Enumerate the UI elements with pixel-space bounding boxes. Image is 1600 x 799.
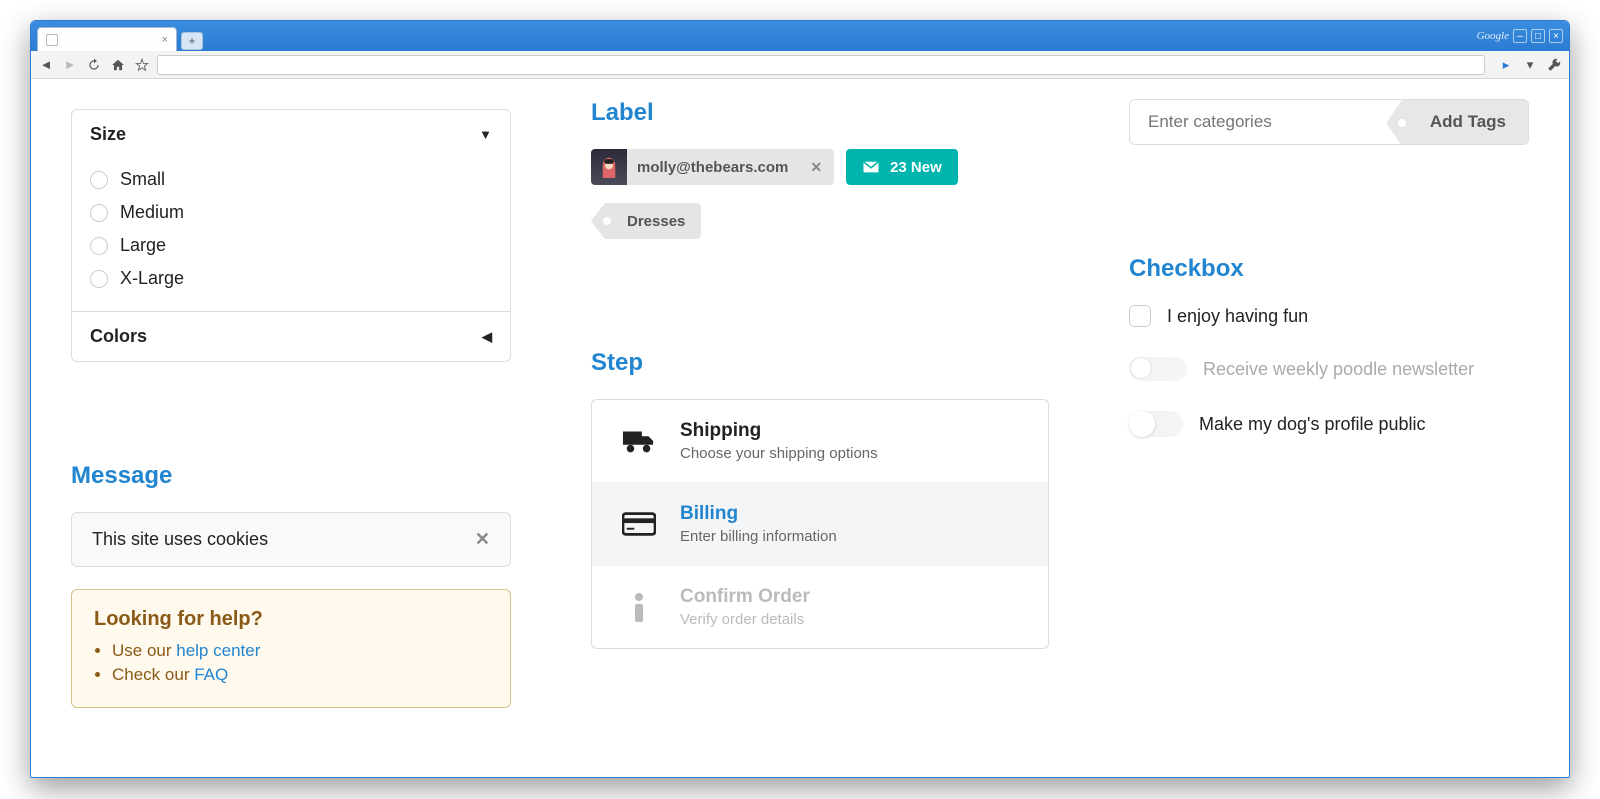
radio-icon	[90, 270, 108, 288]
radio-icon	[90, 204, 108, 222]
reload-button[interactable]	[85, 56, 103, 74]
step-title: Confirm Order	[680, 586, 810, 608]
wrench-icon[interactable]	[1545, 56, 1563, 74]
accordion-colors-title: Colors	[90, 326, 147, 347]
close-icon[interactable]: ✕	[475, 529, 490, 550]
help-message: Looking for help? Use our help center Ch…	[71, 589, 511, 708]
caret-left-icon: ◀	[482, 329, 492, 345]
message-heading: Message	[71, 462, 511, 490]
forward-button[interactable]: ►	[61, 56, 79, 74]
step-title: Billing	[680, 503, 837, 525]
accordion-size-content: Small Medium Large X-Large	[72, 159, 510, 311]
page-content: Size ▼ Small Medium	[31, 79, 1569, 777]
radio-icon	[90, 171, 108, 189]
tag-hole-icon	[1398, 119, 1406, 127]
step-shipping[interactable]: Shipping Choose your shipping options	[592, 400, 1048, 483]
browser-toolbar: ◄ ► ▸ ▾	[31, 51, 1569, 79]
accordion-size-header[interactable]: Size ▼	[72, 110, 510, 159]
tag-hole-icon	[603, 217, 611, 225]
browser-window: × + Google – □ × ◄ ► ▸ ▾	[30, 20, 1570, 778]
option-label: Medium	[120, 202, 184, 223]
user-email: molly@thebears.com	[627, 159, 798, 176]
tag-input: Add Tags	[1129, 99, 1529, 145]
address-bar[interactable]	[157, 55, 1485, 75]
radio-icon	[90, 237, 108, 255]
checkbox-icon	[1129, 305, 1151, 327]
checkbox-enjoy-fun[interactable]: I enjoy having fun	[1129, 305, 1529, 327]
size-option-large[interactable]: Large	[90, 229, 492, 262]
step-title: Shipping	[680, 420, 878, 442]
option-label: Large	[120, 235, 166, 256]
slider-toggle	[1129, 357, 1187, 381]
minimize-button[interactable]: –	[1513, 29, 1527, 43]
add-tags-button[interactable]: Add Tags	[1402, 100, 1528, 144]
page-action-icon[interactable]: ▾	[1521, 56, 1539, 74]
maximize-button[interactable]: □	[1531, 29, 1545, 43]
categories-input[interactable]	[1130, 100, 1402, 144]
step-heading: Step	[591, 349, 1049, 377]
accordion-colors-header[interactable]: Colors ◀	[72, 311, 510, 361]
google-logo: Google	[1477, 30, 1509, 42]
help-center-link[interactable]: help center	[176, 641, 260, 660]
steps: Shipping Choose your shipping options Bi…	[591, 399, 1049, 649]
close-window-button[interactable]: ×	[1549, 29, 1563, 43]
add-tags-label: Add Tags	[1430, 112, 1506, 132]
slider-label: Receive weekly poodle newsletter	[1203, 359, 1474, 380]
size-option-medium[interactable]: Medium	[90, 196, 492, 229]
toggle-label: Make my dog's profile public	[1199, 414, 1426, 435]
step-desc: Enter billing information	[680, 528, 837, 545]
accordion-size-title: Size	[90, 124, 126, 145]
cookie-text: This site uses cookies	[92, 529, 268, 550]
faq-link[interactable]: FAQ	[194, 665, 228, 684]
truck-icon	[618, 426, 660, 456]
option-label: Small	[120, 169, 165, 190]
bookmark-icon[interactable]	[133, 56, 151, 74]
step-desc: Verify order details	[680, 611, 810, 628]
help-line-2: Check our FAQ	[112, 665, 488, 685]
help-heading: Looking for help?	[94, 608, 488, 631]
size-option-xlarge[interactable]: X-Large	[90, 262, 492, 295]
browser-tab[interactable]: ×	[37, 27, 177, 51]
accordion: Size ▼ Small Medium	[71, 109, 511, 362]
step-billing[interactable]: Billing Enter billing information	[592, 483, 1048, 566]
new-mail-label[interactable]: 23 New	[846, 149, 958, 185]
play-icon[interactable]: ▸	[1497, 56, 1515, 74]
caret-down-icon: ▼	[479, 127, 492, 142]
browser-titlebar: × + Google – □ ×	[31, 21, 1569, 51]
option-label: X-Large	[120, 268, 184, 289]
help-line-1: Use our help center	[112, 641, 488, 661]
size-option-small[interactable]: Small	[90, 163, 492, 196]
info-icon	[618, 592, 660, 622]
checkbox-label: I enjoy having fun	[1167, 306, 1308, 327]
toggle-profile-public[interactable]: Make my dog's profile public	[1129, 411, 1529, 437]
label-heading: Label	[591, 99, 1049, 127]
tag-dresses[interactable]: Dresses	[605, 203, 701, 239]
new-count: 23 New	[890, 159, 942, 176]
checkbox-heading: Checkbox	[1129, 255, 1529, 283]
credit-card-icon	[618, 509, 660, 539]
home-button[interactable]	[109, 56, 127, 74]
step-confirm: Confirm Order Verify order details	[592, 566, 1048, 648]
slider-newsletter: Receive weekly poodle newsletter	[1129, 357, 1529, 381]
cookie-message: This site uses cookies ✕	[71, 512, 511, 567]
step-desc: Choose your shipping options	[680, 445, 878, 462]
delete-icon[interactable]: ✕	[798, 159, 834, 176]
mail-icon	[862, 160, 880, 174]
user-label: molly@thebears.com ✕	[591, 149, 834, 185]
tag-text: Dresses	[627, 213, 685, 230]
new-tab-button[interactable]: +	[181, 32, 203, 50]
close-icon[interactable]: ×	[162, 34, 168, 46]
toggle-switch[interactable]	[1129, 411, 1183, 437]
back-button[interactable]: ◄	[37, 56, 55, 74]
avatar	[591, 149, 627, 185]
page-icon	[46, 34, 58, 46]
